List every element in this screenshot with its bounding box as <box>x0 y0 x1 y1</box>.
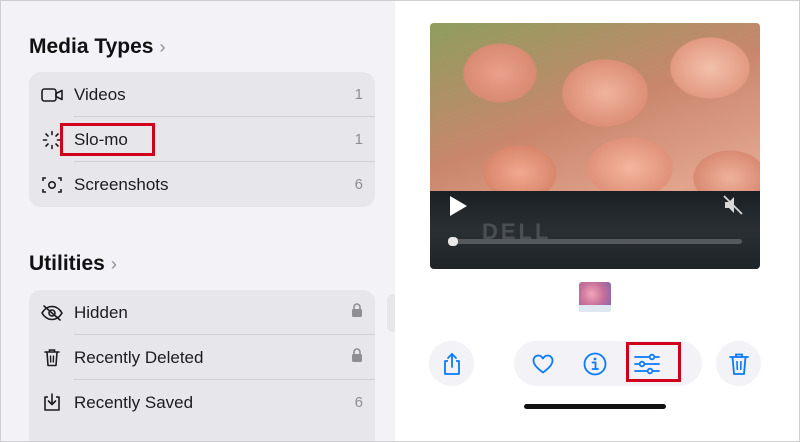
edit-highlight-box <box>626 342 681 382</box>
list-item-recently-saved[interactable]: Recently Saved 6 <box>29 380 375 425</box>
trash-icon <box>728 353 749 375</box>
info-icon <box>583 352 607 375</box>
media-types-title: Media Types <box>29 35 154 58</box>
utilities-list: Hidden Recently Deleted Recently Saved 6 <box>29 290 375 441</box>
utilities-header[interactable]: Utilities › <box>29 252 117 276</box>
download-tray-icon <box>41 392 63 414</box>
screenshot-icon <box>41 174 63 196</box>
share-icon <box>443 352 460 375</box>
speaker-muted-icon[interactable] <box>722 195 744 215</box>
video-scrubber-track[interactable] <box>448 239 742 244</box>
list-item-label: Hidden <box>74 302 128 322</box>
share-button[interactable] <box>429 341 474 386</box>
list-item-label: Screenshots <box>74 174 169 194</box>
trash-icon <box>41 347 63 369</box>
delete-button[interactable] <box>716 341 761 386</box>
list-item-screenshots[interactable]: Screenshots 6 <box>29 162 375 207</box>
albums-sidebar: Media Types › Videos 1 Slo-mo 1 Screensh… <box>1 1 395 441</box>
photo-viewer: DELL <box>396 1 799 441</box>
list-item-label: Videos <box>74 84 126 104</box>
chevron-right-icon: › <box>110 253 117 274</box>
thumbnail-strip <box>579 305 611 312</box>
favorite-button[interactable] <box>525 341 561 386</box>
sidebar-resize-handle[interactable] <box>387 294 395 332</box>
list-item-hidden[interactable]: Hidden <box>29 290 375 335</box>
list-item-label: Recently Saved <box>74 392 194 412</box>
item-count: 1 <box>354 131 363 148</box>
video-controls-area <box>430 191 760 269</box>
heart-icon <box>532 354 554 373</box>
video-camera-icon <box>41 84 63 106</box>
list-item-label: Recently Deleted <box>74 347 204 367</box>
photo-thumbnail[interactable] <box>579 282 611 312</box>
info-button[interactable] <box>577 341 613 386</box>
slo-mo-highlight-box <box>60 123 155 156</box>
item-count: 1 <box>354 86 363 103</box>
item-count: 6 <box>354 176 363 193</box>
lock-icon <box>351 348 363 367</box>
home-indicator[interactable] <box>524 404 666 409</box>
chevron-right-icon: › <box>159 36 166 57</box>
eye-slash-icon <box>41 302 63 324</box>
play-icon[interactable] <box>448 195 468 217</box>
media-types-header[interactable]: Media Types › <box>29 35 165 59</box>
utilities-title: Utilities <box>29 252 105 275</box>
list-item-recently-deleted[interactable]: Recently Deleted <box>29 335 375 380</box>
item-count: 6 <box>354 394 363 411</box>
lock-icon <box>351 303 363 322</box>
video-player[interactable]: DELL <box>430 23 760 269</box>
video-scrubber-knob[interactable] <box>448 237 458 246</box>
list-item-videos[interactable]: Videos 1 <box>29 72 375 117</box>
